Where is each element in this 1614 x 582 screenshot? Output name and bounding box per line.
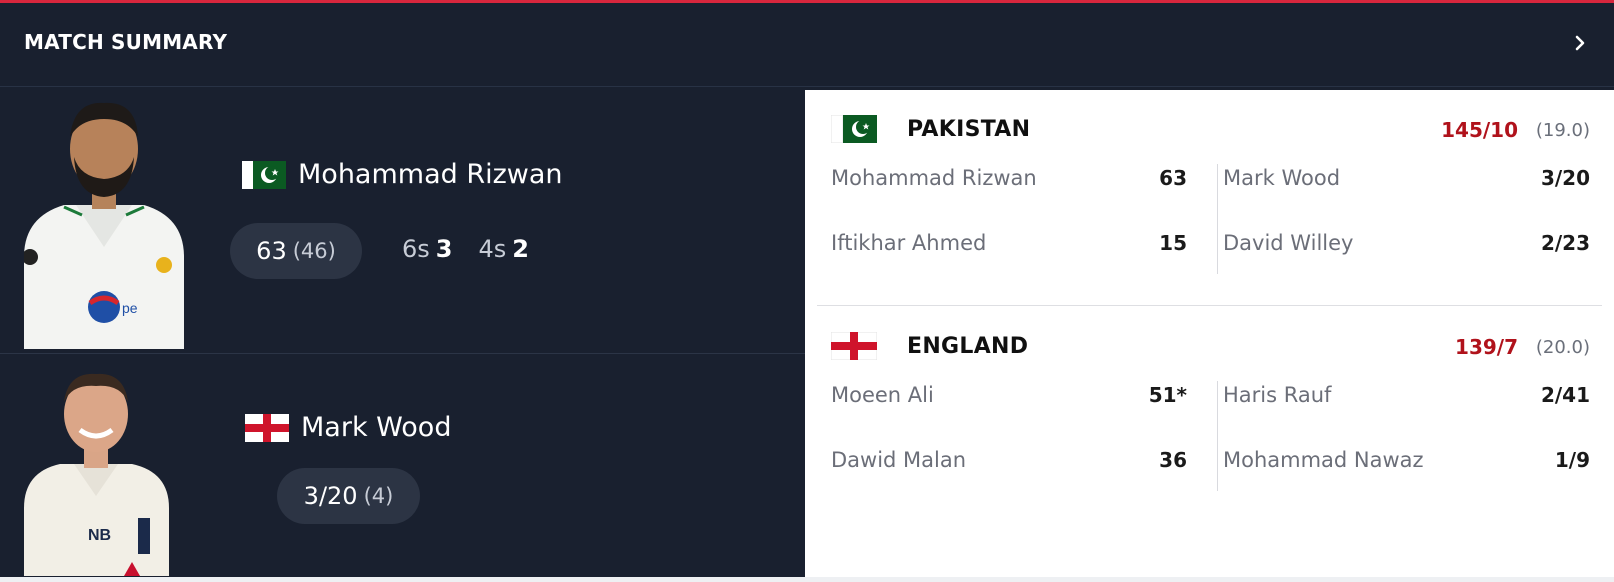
player-photo-rizwan: pe [22, 97, 184, 353]
bowling-figures-pill: 3/20 (4) [277, 468, 420, 524]
batting-runs: 63 [256, 237, 287, 265]
performer-rows: Moeen Ali 51* Dawid Malan 36 Haris Rauf … [831, 377, 1590, 492]
top-bowler-row: Haris Rauf 2/41 [1223, 383, 1590, 413]
batter-runs: 63 [1159, 166, 1187, 190]
chevron-right-icon[interactable] [1568, 31, 1592, 55]
team-name: PAKISTAN [907, 117, 1031, 142]
batter-runs: 51* [1148, 383, 1187, 407]
batter-name: Iftikhar Ahmed [831, 231, 987, 255]
team-score: 139/7 [1455, 335, 1518, 359]
boundary-stats: 6s 3 4s 2 [402, 235, 529, 263]
top-batter-row: Mohammad Rizwan 63 [831, 166, 1187, 196]
sixes-stat: 6s 3 [402, 235, 453, 263]
team-innings-pakistan: PAKISTAN 145/10 (19.0) Mohammad Rizwan 6… [805, 90, 1614, 307]
team-name: ENGLAND [907, 334, 1029, 359]
bowler-name: Haris Rauf [1223, 383, 1332, 407]
pakistan-flag-icon [831, 115, 877, 143]
top-bowler-row: Mark Wood 3/20 [1223, 166, 1590, 196]
team-header: ENGLAND 139/7 (20.0) [831, 332, 1590, 362]
england-flag-icon [831, 332, 877, 360]
fours-stat: 4s 2 [478, 235, 529, 263]
batter-name: Dawid Malan [831, 448, 967, 472]
match-summary-title: MATCH SUMMARY [24, 30, 228, 54]
bowler-name: Mohammad Nawaz [1223, 448, 1424, 472]
performer-rows: Mohammad Rizwan 63 Iftikhar Ahmed 15 Mar… [831, 160, 1590, 275]
team-header: PAKISTAN 145/10 (19.0) [831, 115, 1590, 145]
player-name: Mohammad Rizwan [298, 159, 563, 190]
player-name-row: Mohammad Rizwan [242, 159, 563, 190]
bowler-name: Mark Wood [1223, 166, 1341, 190]
batter-runs: 36 [1159, 448, 1187, 472]
top-batter-row: Moeen Ali 51* [831, 383, 1187, 413]
player-photo-wood: NB [24, 368, 169, 577]
batter-runs: 15 [1159, 231, 1187, 255]
top-batter-row: Dawid Malan 36 [831, 448, 1187, 478]
england-flag-icon [245, 413, 289, 442]
team-score: 145/10 [1441, 118, 1518, 142]
scorecard-panel[interactable]: PAKISTAN 145/10 (19.0) Mohammad Rizwan 6… [805, 90, 1614, 577]
bowler-figures: 2/41 [1540, 383, 1590, 407]
player-name: Mark Wood [301, 412, 452, 443]
team-innings-england: ENGLAND 139/7 (20.0) Moeen Ali 51* Dawid… [805, 307, 1614, 527]
column-divider [1217, 381, 1218, 491]
pakistan-flag-icon [242, 160, 286, 189]
bowler-figures: 2/23 [1540, 231, 1590, 255]
svg-text:NB: NB [88, 527, 111, 544]
balls-faced: (46) [292, 239, 336, 263]
batter-name: Moeen Ali [831, 383, 934, 407]
batting-score-pill: 63 (46) [230, 223, 362, 279]
bowling-figures: 3/20 [303, 482, 358, 510]
bowler-figures: 1/9 [1554, 448, 1590, 472]
team-overs: (19.0) [1535, 120, 1590, 141]
overs-bowled: (4) [363, 484, 394, 508]
top-bowler-row: David Willey 2/23 [1223, 231, 1590, 261]
bowler-figures: 3/20 [1540, 166, 1590, 190]
match-summary-card: MATCH SUMMARY pe Mohammad Rizwan 63 (46)… [0, 0, 1614, 577]
match-summary-header[interactable]: MATCH SUMMARY [0, 3, 1614, 87]
player-of-match-wood[interactable]: NB Mark Wood 3/20 (4) [0, 354, 805, 577]
top-bowler-row: Mohammad Nawaz 1/9 [1223, 448, 1590, 478]
svg-text:pe: pe [122, 300, 138, 316]
team-divider [817, 305, 1602, 306]
bowler-name: David Willey [1223, 231, 1354, 255]
player-name-row: Mark Wood [245, 412, 451, 443]
player-of-match-rizwan[interactable]: pe Mohammad Rizwan 63 (46) 6s 3 4s 2 [0, 87, 805, 354]
column-divider [1217, 164, 1218, 274]
team-overs: (20.0) [1535, 337, 1590, 358]
top-batter-row: Iftikhar Ahmed 15 [831, 231, 1187, 261]
batter-name: Mohammad Rizwan [831, 166, 1037, 190]
